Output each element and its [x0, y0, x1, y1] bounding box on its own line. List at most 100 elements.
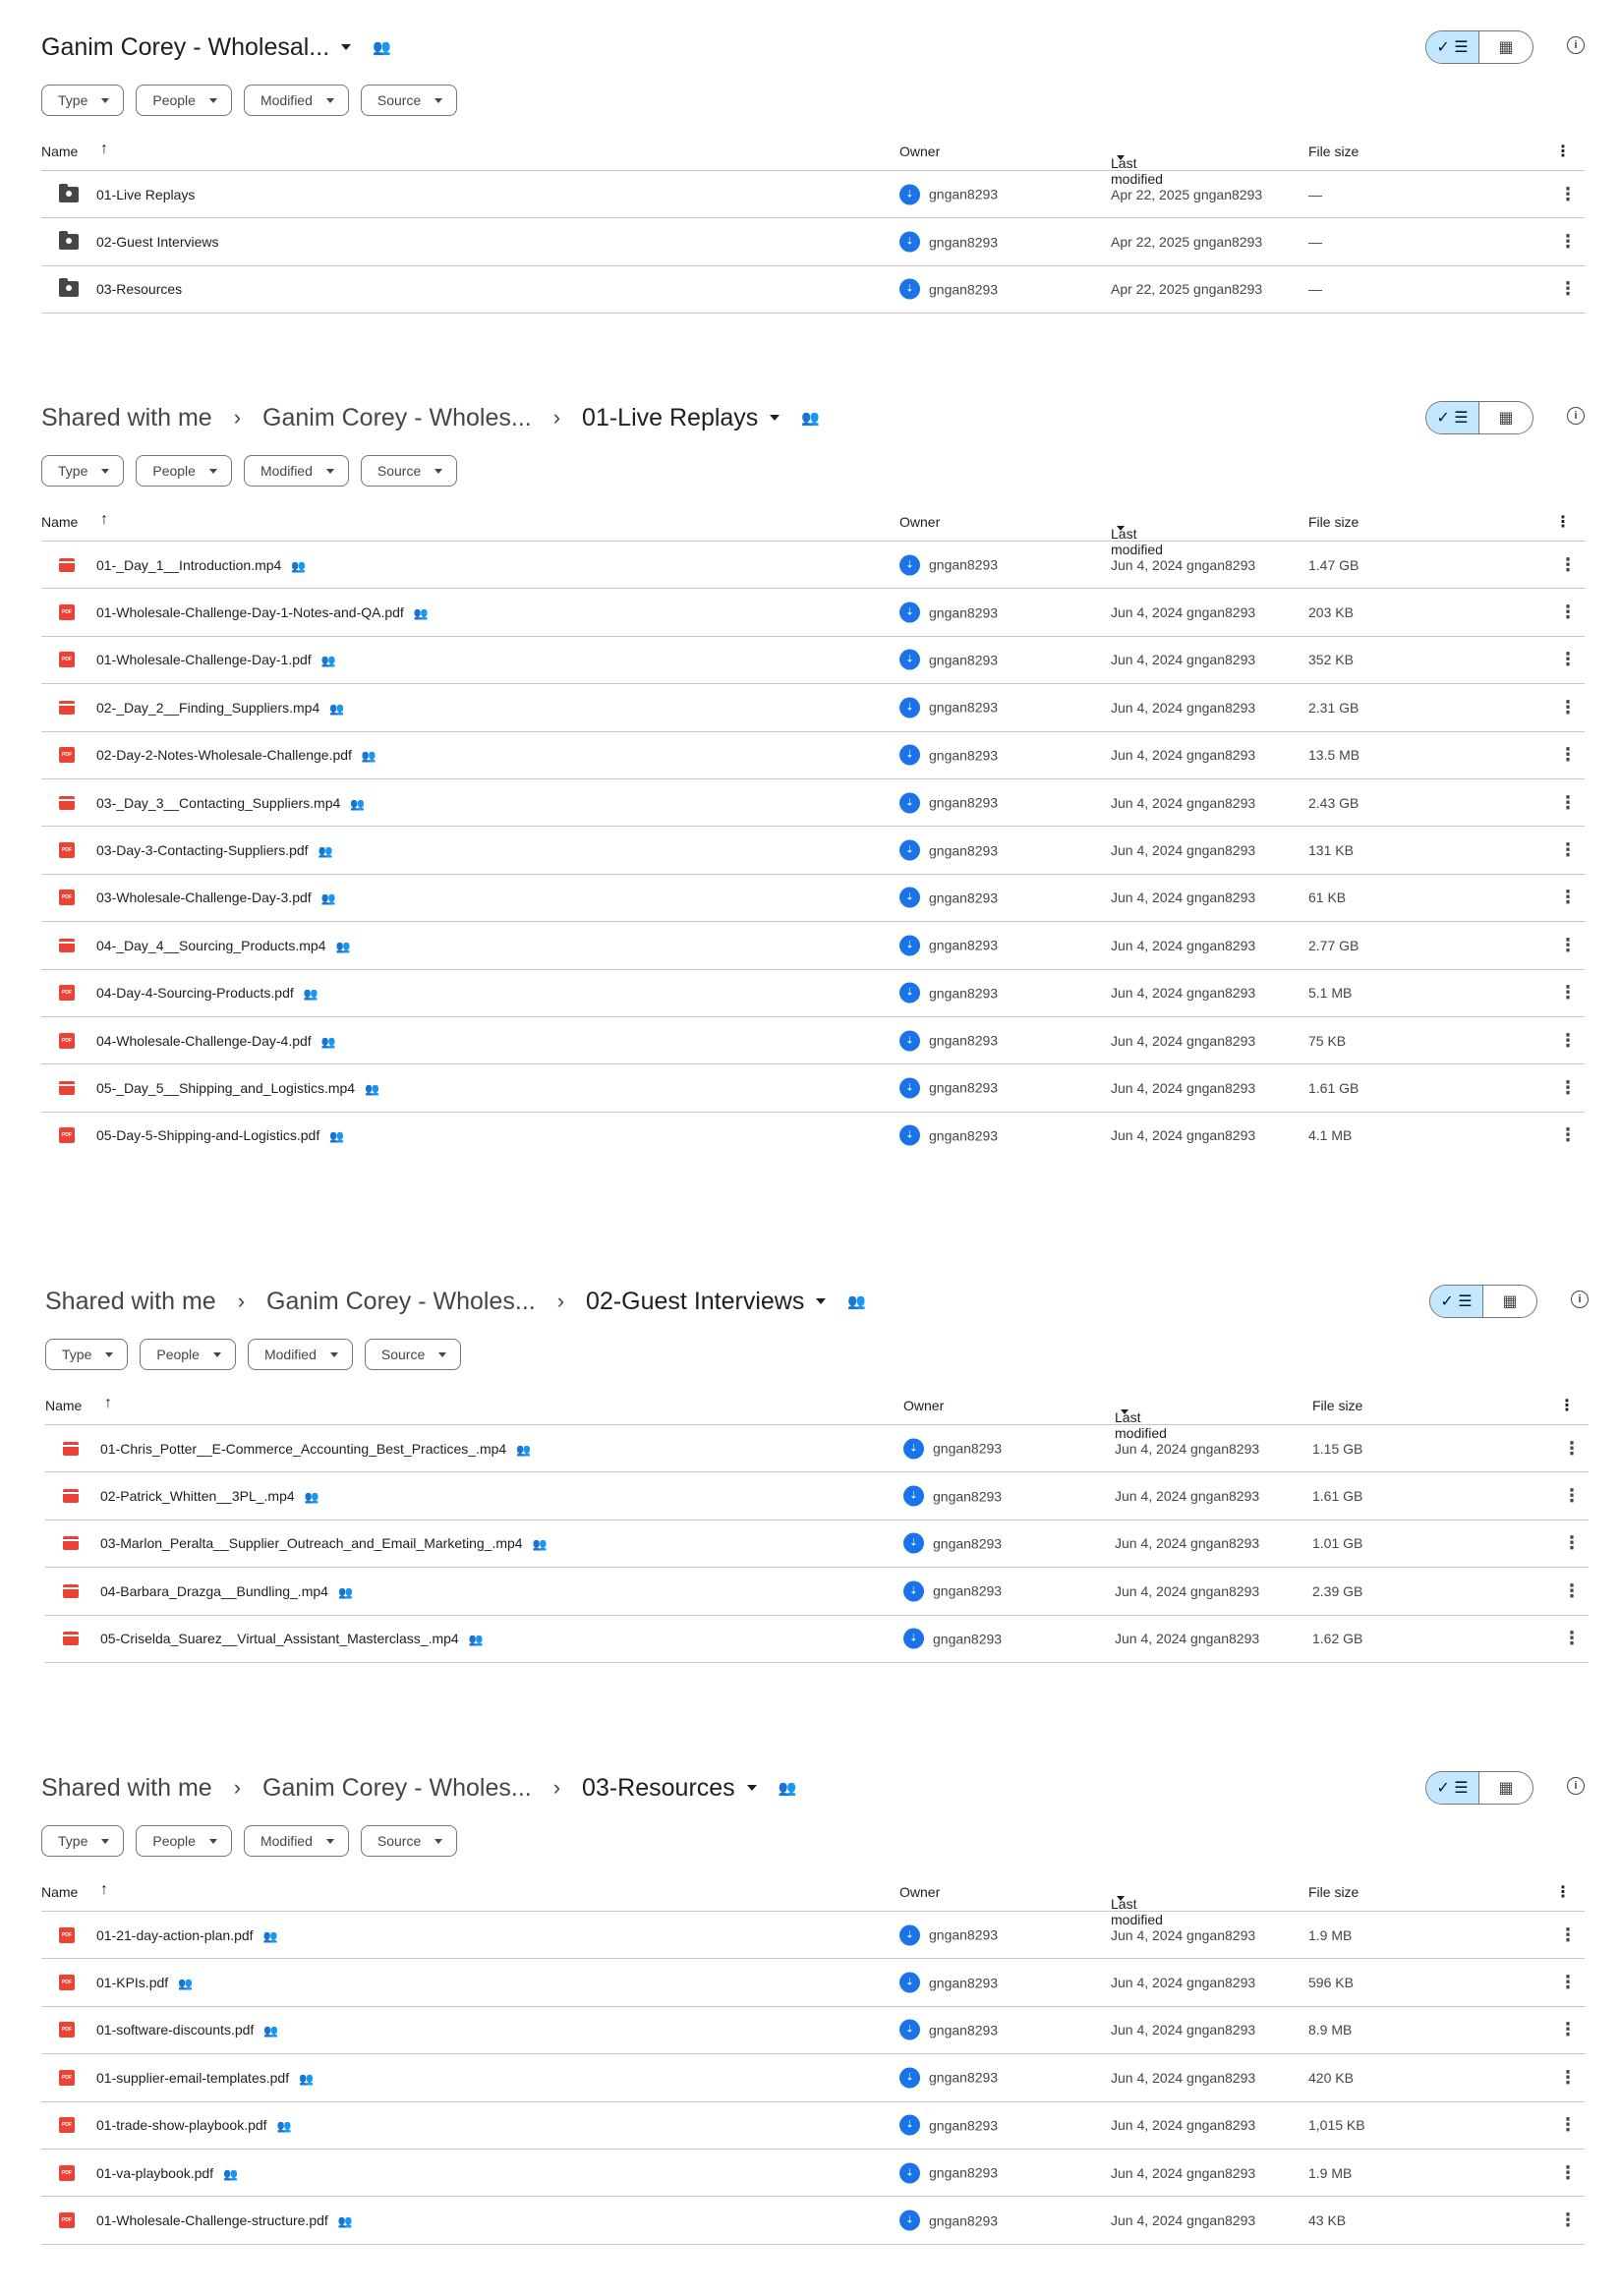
- more-vert-icon[interactable]: ⋮: [1559, 2162, 1577, 2183]
- table-row[interactable]: 03-Marlon_Peralta__Supplier_Outreach_and…: [45, 1521, 1589, 1569]
- more-vert-icon[interactable]: ⋮: [1559, 1924, 1577, 1945]
- table-row[interactable]: PDF 03-Day-3-Contacting-Suppliers.pdf 👥 ⇣…: [41, 827, 1585, 875]
- more-vert-icon[interactable]: ⋮: [1559, 935, 1577, 955]
- table-row[interactable]: 02-Patrick_Whitten__3PL_.mp4 👥 ⇣ gngan8293…: [45, 1472, 1589, 1521]
- more-vert-icon[interactable]: ⋮: [1559, 983, 1577, 1004]
- more-vert-icon[interactable]: ⋮: [1559, 279, 1577, 300]
- info-icon[interactable]: i: [1567, 1777, 1585, 1795]
- list-view-icon[interactable]: ✓ ☰: [1426, 1772, 1479, 1804]
- chevron-down-icon[interactable]: [816, 1298, 827, 1304]
- breadcrumb-parent-folder[interactable]: Ganim Corey - Wholes...: [266, 1288, 536, 1316]
- more-vert-icon[interactable]: ⋮: [1559, 603, 1577, 623]
- table-row[interactable]: PDF 04-Day-4-Sourcing-Products.pdf 👥 ⇣ gng…: [41, 970, 1585, 1017]
- info-icon[interactable]: i: [1571, 1291, 1589, 1308]
- file-name[interactable]: 05-Criselda_Suarez__Virtual_Assistant_Ma…: [100, 1631, 484, 1646]
- breadcrumb-parent-folder[interactable]: Ganim Corey - Wholes...: [262, 404, 532, 432]
- more-vert-icon[interactable]: ⋮: [1559, 2067, 1577, 2088]
- table-row[interactable]: 01-Live Replays ⇣ gngan8293 Apr 22, 2025 …: [41, 171, 1585, 219]
- table-row[interactable]: PDF 04-Wholesale-Challenge-Day-4.pdf 👥 ⇣ g…: [41, 1017, 1585, 1065]
- table-row[interactable]: 04-_Day_4__Sourcing_Products.mp4 👥 ⇣ gngan…: [41, 922, 1585, 970]
- grid-view-icon[interactable]: ▦: [1479, 31, 1533, 63]
- filter-people-chip[interactable]: People: [136, 85, 232, 116]
- grid-view-icon[interactable]: ▦: [1479, 402, 1533, 433]
- table-row[interactable]: PDF 01-supplier-email-templates.pdf 👥 ⇣ gn…: [41, 2054, 1585, 2102]
- table-row[interactable]: PDF 03-Wholesale-Challenge-Day-3.pdf 👥 ⇣ g…: [41, 875, 1585, 923]
- table-row[interactable]: 04-Barbara_Drazga__Bundling_.mp4 👥 ⇣ gngan…: [45, 1568, 1589, 1616]
- arrow-up-icon[interactable]: ↑: [100, 511, 108, 529]
- table-row[interactable]: PDF 01-21-day-action-plan.pdf 👥 ⇣ gngan829…: [41, 1912, 1585, 1960]
- folder-title[interactable]: Ganim Corey - Wholesal...: [41, 33, 329, 62]
- file-name[interactable]: 01-Wholesale-Challenge-Day-1-Notes-and-Q…: [96, 604, 429, 620]
- arrow-up-icon[interactable]: ↑: [104, 1395, 112, 1412]
- column-name[interactable]: Name: [41, 144, 78, 159]
- more-vert-icon[interactable]: ⋮: [1559, 1973, 1577, 1993]
- file-name[interactable]: 03-Marlon_Peralta__Supplier_Outreach_and…: [100, 1535, 548, 1551]
- breadcrumb-current-folder[interactable]: 01-Live Replays: [582, 404, 758, 432]
- arrow-up-icon[interactable]: ↑: [100, 141, 108, 158]
- file-name[interactable]: 01-Wholesale-Challenge-Day-1.pdf 👥: [96, 652, 336, 667]
- more-vert-icon[interactable]: ⋮: [1555, 512, 1571, 532]
- more-vert-icon[interactable]: ⋮: [1555, 142, 1571, 161]
- info-icon[interactable]: i: [1567, 407, 1585, 425]
- filter-type-chip[interactable]: Type: [41, 455, 125, 487]
- breadcrumb-parent-folder[interactable]: Ganim Corey - Wholes...: [262, 1774, 532, 1803]
- file-name[interactable]: 04-Wholesale-Challenge-Day-4.pdf 👥: [96, 1033, 336, 1049]
- file-name[interactable]: 04-Day-4-Sourcing-Products.pdf 👥: [96, 985, 318, 1001]
- grid-view-icon[interactable]: ▦: [1479, 1772, 1533, 1804]
- more-vert-icon[interactable]: ⋮: [1563, 1533, 1581, 1554]
- file-name[interactable]: 01-Wholesale-Challenge-structure.pdf 👥: [96, 2212, 353, 2228]
- view-toggle[interactable]: ✓ ☰ ▦: [1425, 1771, 1533, 1805]
- table-row[interactable]: PDF 01-software-discounts.pdf 👥 ⇣ gngan829…: [41, 2007, 1585, 2055]
- file-name[interactable]: 05-Day-5-Shipping-and-Logistics.pdf 👥: [96, 1127, 344, 1143]
- file-name[interactable]: 04-_Day_4__Sourcing_Products.mp4 👥: [96, 938, 350, 953]
- more-vert-icon[interactable]: ⋮: [1559, 554, 1577, 575]
- column-name[interactable]: Name: [41, 1884, 78, 1900]
- table-row[interactable]: PDF 02-Day-2-Notes-Wholesale-Challenge.p…: [41, 732, 1585, 779]
- table-row[interactable]: 05-_Day_5__Shipping_and_Logistics.mp4 👥 ⇣…: [41, 1064, 1585, 1113]
- more-vert-icon[interactable]: ⋮: [1559, 2020, 1577, 2040]
- column-name[interactable]: Name: [41, 514, 78, 530]
- file-name[interactable]: 01-trade-show-playbook.pdf 👥: [96, 2117, 292, 2133]
- more-vert-icon[interactable]: ⋮: [1555, 1882, 1571, 1902]
- file-name[interactable]: 01-_Day_1__Introduction.mp4 👥: [96, 557, 306, 573]
- filter-modified-chip[interactable]: Modified: [243, 1825, 349, 1857]
- file-name[interactable]: 05-_Day_5__Shipping_and_Logistics.mp4 👥: [96, 1080, 379, 1096]
- file-name[interactable]: 02-_Day_2__Finding_Suppliers.mp4 👥: [96, 700, 344, 716]
- breadcrumb-shared-with-me[interactable]: Shared with me: [41, 404, 212, 432]
- more-vert-icon[interactable]: ⋮: [1559, 1396, 1575, 1415]
- filter-people-chip[interactable]: People: [136, 455, 232, 487]
- filter-people-chip[interactable]: People: [140, 1339, 236, 1370]
- view-toggle[interactable]: ✓ ☰ ▦: [1429, 1285, 1537, 1318]
- more-vert-icon[interactable]: ⋮: [1559, 650, 1577, 670]
- file-name[interactable]: 03-Wholesale-Challenge-Day-3.pdf 👥: [96, 890, 336, 905]
- breadcrumb-shared-with-me[interactable]: Shared with me: [41, 1774, 212, 1803]
- filter-modified-chip[interactable]: Modified: [243, 85, 349, 116]
- file-name[interactable]: 01-KPIs.pdf 👥: [96, 1975, 193, 1990]
- file-name[interactable]: 01-21-day-action-plan.pdf 👥: [96, 1927, 278, 1943]
- more-vert-icon[interactable]: ⋮: [1563, 1486, 1581, 1507]
- breadcrumb-shared-with-me[interactable]: Shared with me: [45, 1288, 216, 1316]
- file-name[interactable]: 01-Live Replays: [96, 187, 195, 202]
- view-toggle[interactable]: ✓ ☰ ▦: [1425, 30, 1533, 64]
- filter-source-chip[interactable]: Source: [364, 1339, 462, 1370]
- chevron-down-icon[interactable]: [746, 1785, 757, 1791]
- table-row[interactable]: PDF 01-trade-show-playbook.pdf 👥 ⇣ gngan82…: [41, 2102, 1585, 2150]
- chevron-down-icon[interactable]: [770, 415, 781, 421]
- grid-view-icon[interactable]: ▦: [1483, 1286, 1536, 1317]
- file-name[interactable]: 04-Barbara_Drazga__Bundling_.mp4 👥: [100, 1583, 353, 1599]
- more-vert-icon[interactable]: ⋮: [1559, 840, 1577, 861]
- breadcrumb-current-folder[interactable]: 02-Guest Interviews: [586, 1288, 804, 1316]
- table-row[interactable]: 03-_Day_3__Contacting_Suppliers.mp4 👥 ⇣ gn…: [41, 779, 1585, 828]
- filter-source-chip[interactable]: Source: [360, 1825, 458, 1857]
- table-row[interactable]: 02-Guest Interviews ⇣ gngan8293 Apr 22, 2…: [41, 218, 1585, 266]
- chevron-down-icon[interactable]: [341, 44, 352, 50]
- table-row[interactable]: 01-_Day_1__Introduction.mp4 👥 ⇣ gngan8293 …: [41, 542, 1585, 590]
- file-name[interactable]: 03-Resources: [96, 281, 182, 297]
- table-row[interactable]: 05-Criselda_Suarez__Virtual_Assistant_Ma…: [45, 1616, 1589, 1663]
- more-vert-icon[interactable]: ⋮: [1559, 1077, 1577, 1098]
- list-view-icon[interactable]: ✓ ☰: [1426, 31, 1479, 63]
- file-name[interactable]: 02-Guest Interviews: [96, 234, 219, 250]
- list-view-icon[interactable]: ✓ ☰: [1430, 1286, 1483, 1317]
- file-name[interactable]: 01-software-discounts.pdf 👥: [96, 2022, 278, 2038]
- filter-source-chip[interactable]: Source: [360, 455, 458, 487]
